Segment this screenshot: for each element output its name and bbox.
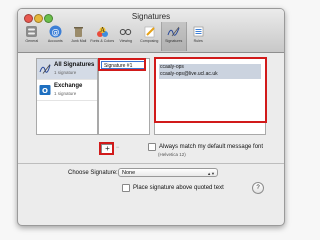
tool-label: Composing [140,39,159,43]
choose-signature-select[interactable]: None ▲▼ [118,168,218,177]
window-title: Signatures [131,12,171,21]
tool-composing[interactable]: Composing [138,22,162,51]
match-font-checkbox[interactable] [148,143,156,151]
tool-fonts-colors[interactable]: A Fonts & Colors [90,22,115,51]
signatures-pane: All Signatures 1 signature O Exchange 1 … [18,53,284,225]
place-above-label: Place signature above quoted text [133,185,224,191]
account-item-all-signatures[interactable]: All Signatures 1 signature [37,59,97,80]
all-signatures-icon [39,62,51,74]
tool-junk-mail[interactable]: Junk Mail [67,22,91,51]
tool-accounts[interactable]: @ Accounts [44,22,68,51]
signature-icon [167,24,181,38]
match-font-label: Always match my default message font [159,144,264,150]
rules-icon [191,24,205,38]
remove-signature-button[interactable]: − [115,144,120,153]
accounts-list[interactable]: All Signatures 1 signature O Exchange 1 … [36,58,98,135]
choose-signature-value: None [122,170,136,176]
highlight-add-button [99,142,114,155]
pencil-icon [142,24,156,38]
tool-label: Signatures [165,39,183,43]
titlebar: Signatures General @ Accounts Junk Mail [18,9,284,53]
tool-general[interactable]: General [20,22,44,51]
tool-rules[interactable]: Rules [187,22,211,51]
svg-text:O: O [42,87,48,95]
account-name: All Signatures [54,62,95,68]
svg-text:A: A [99,27,105,34]
highlight-signature-editor [154,57,267,123]
tool-label: Viewing [119,39,133,43]
account-count: 1 signature [54,91,77,96]
account-name: Exchange [54,83,83,89]
chevron-updown-icon: ▲▼ [207,171,215,176]
signatures-window: Signatures General @ Accounts Junk Mail [17,8,285,226]
at-sign-icon: @ [48,24,62,38]
account-count: 1 signature [54,70,77,75]
trash-icon [72,24,86,38]
divider [18,163,284,164]
glasses-icon [119,24,133,38]
tool-label: Fonts & Colors [90,39,115,43]
tool-viewing[interactable]: Viewing [114,22,138,51]
font-hint: (Helvetica 12) [158,152,186,157]
account-item-exchange[interactable]: O Exchange 1 signature [37,80,97,101]
place-above-option[interactable]: Place signature above quoted text [122,184,224,192]
choose-signature-label: Choose Signature: [68,170,118,176]
switch-icon [25,24,39,38]
tool-signatures[interactable]: Signatures [161,22,187,51]
fonts-colors-icon: A [95,24,109,38]
place-above-checkbox[interactable] [122,184,130,192]
help-button[interactable]: ? [252,182,264,194]
highlight-signature-name [98,58,146,71]
tool-label: Accounts [47,39,63,43]
tool-label: Rules [193,39,203,43]
preferences-toolbar: General @ Accounts Junk Mail A Fonts & C… [20,22,210,51]
tool-label: Junk Mail [71,39,87,43]
exchange-icon: O [39,83,51,95]
svg-text:@: @ [51,27,59,36]
tool-label: General [25,39,39,43]
match-font-option[interactable]: Always match my default message font [148,143,263,151]
